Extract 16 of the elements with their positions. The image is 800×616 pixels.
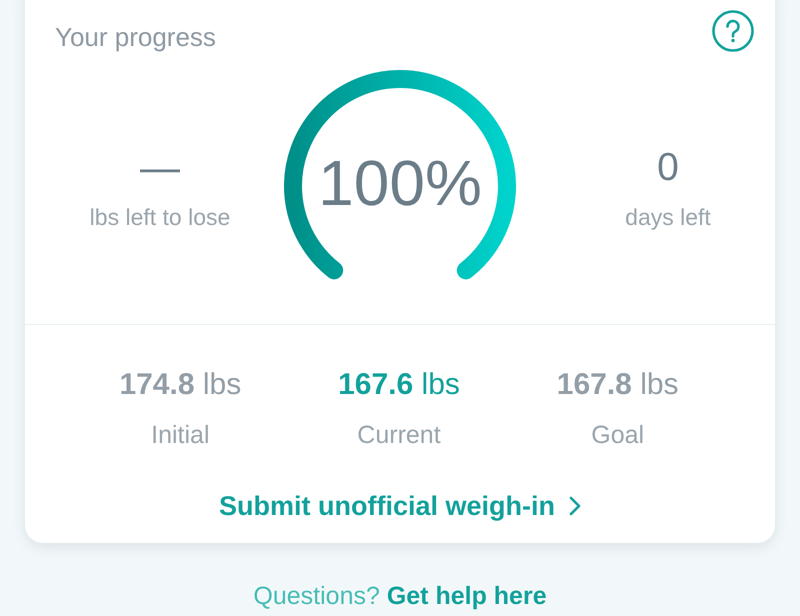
weight-label: Goal bbox=[591, 420, 644, 450]
card-title: Your progress bbox=[55, 22, 216, 52]
days-left-label: days left bbox=[625, 203, 711, 231]
weight-value: 174.8 lbs bbox=[119, 367, 242, 403]
weight-label: Initial bbox=[151, 420, 210, 450]
help-link[interactable]: Get help here bbox=[386, 582, 547, 610]
submit-weigh-in-link[interactable]: Submit unofficial weigh-in bbox=[219, 489, 581, 523]
help-icon[interactable] bbox=[712, 10, 754, 52]
chevron-right-icon bbox=[568, 496, 581, 516]
weight-label: Current bbox=[357, 420, 441, 450]
lbs-left-value: — bbox=[140, 148, 180, 188]
weight-value: 167.6 lbs bbox=[338, 367, 460, 403]
weight-value: 167.8 lbs bbox=[556, 367, 679, 403]
days-left-value: 0 bbox=[657, 148, 679, 188]
help-text: Questions? Get help here bbox=[253, 581, 547, 611]
lbs-left-label: lbs left to lose bbox=[90, 203, 230, 231]
